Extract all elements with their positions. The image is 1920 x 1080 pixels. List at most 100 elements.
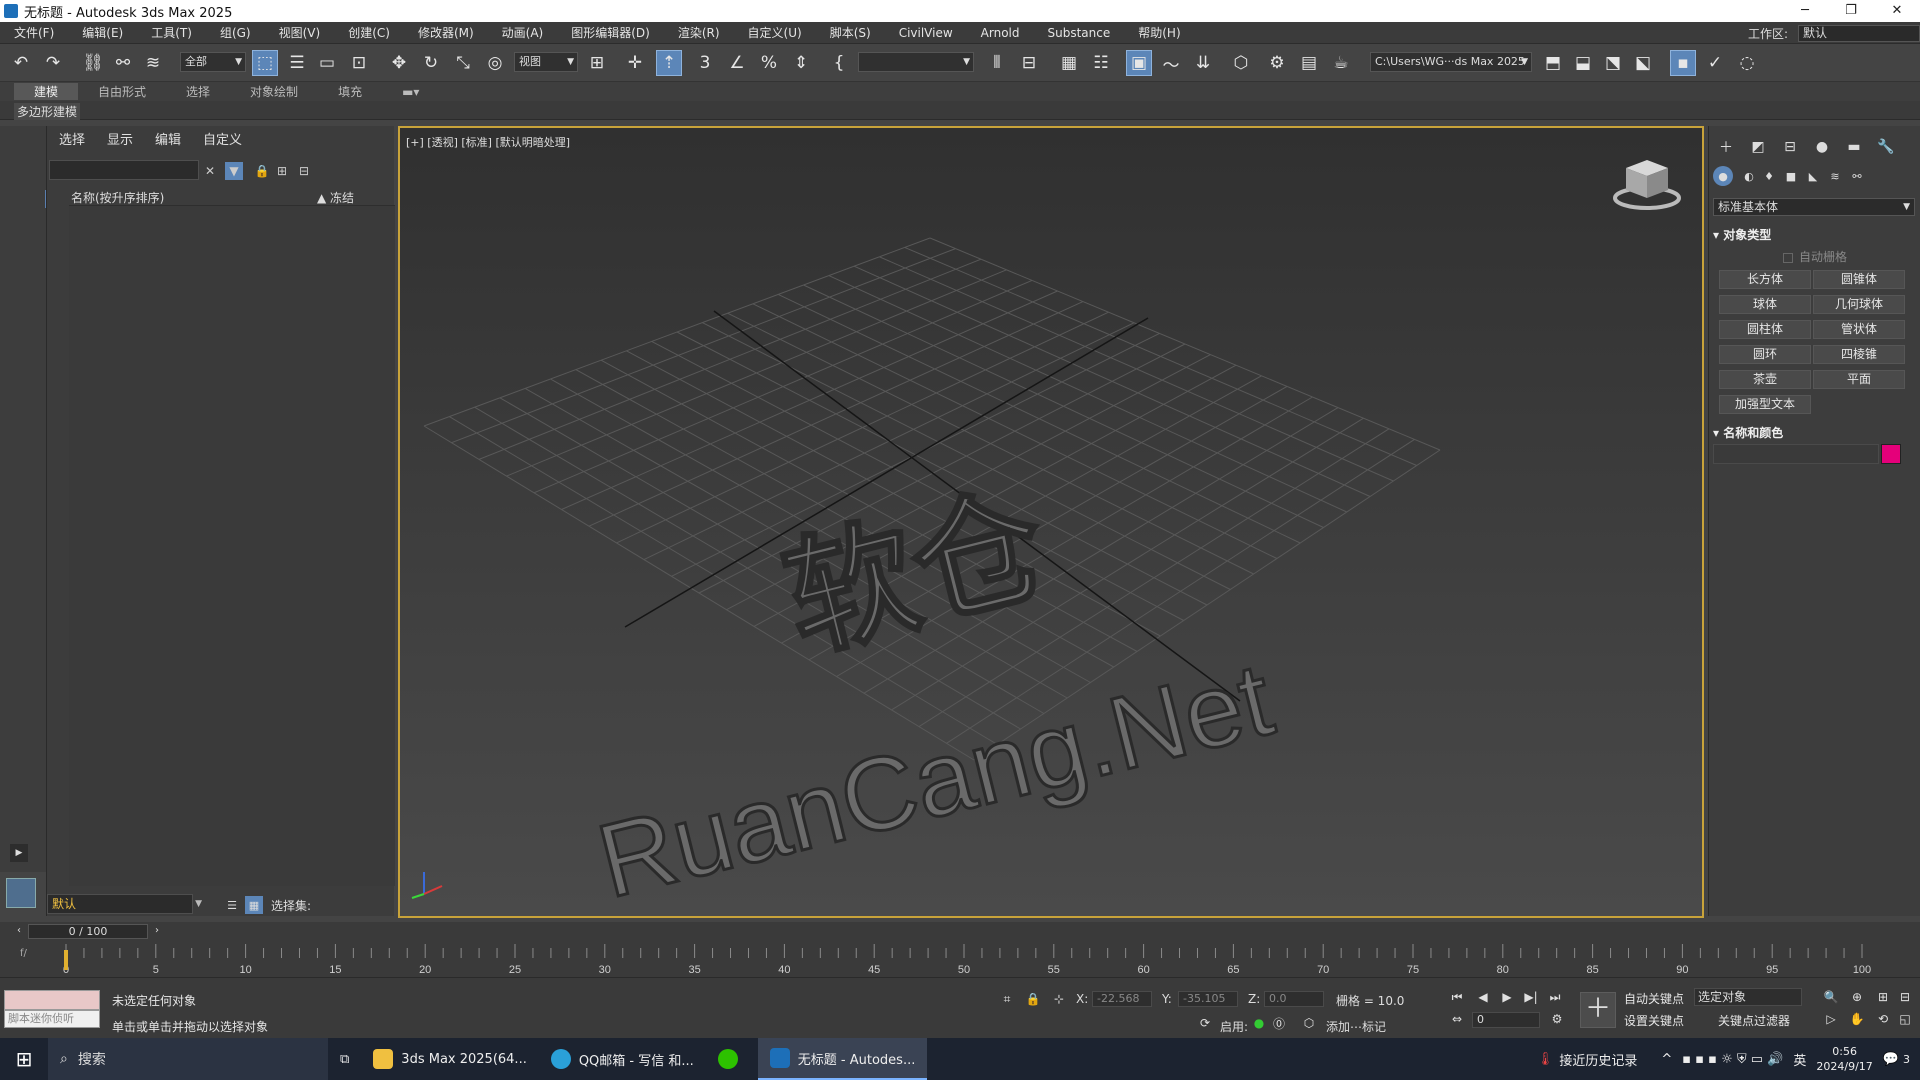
explorer-menu-edit[interactable]: 编辑 [155,129,181,148]
clock[interactable]: 0:56 2024/9/17 [1816,1044,1872,1074]
previous-frame-icon[interactable]: ◀ [1474,988,1492,1006]
menu-graph-editors[interactable]: 图形编辑器(D) [557,24,664,41]
keyboard-shortcut-override-icon[interactable]: ⇡ [656,50,682,76]
orbit-icon[interactable]: ⟲ [1874,1010,1892,1028]
selection-filter-dropdown[interactable]: 全部 ▼ [180,52,246,72]
x-coordinate[interactable]: -22.568 [1092,991,1152,1007]
set-key-button[interactable]: 设置关键点 [1624,1012,1684,1029]
render-setup-icon[interactable]: ⚙ [1264,50,1290,76]
y-coordinate[interactable]: -35.105 [1178,991,1238,1007]
pivot-center-icon[interactable]: ⊞ [584,50,610,76]
placement-icon[interactable]: ◎ [482,50,508,76]
cone-button[interactable]: 圆锥体 [1813,270,1905,289]
material-editor-icon[interactable]: ⬡ [1228,50,1254,76]
textplus-button[interactable]: 加强型文本 [1719,395,1811,414]
link-icon[interactable]: ⛓ [80,50,106,76]
undo-icon[interactable]: ↶ [8,50,34,76]
menu-substance[interactable]: Substance [1034,26,1125,40]
scale-icon[interactable]: ⤡ [450,50,476,76]
torus-button[interactable]: 圆环 [1719,345,1811,364]
schematic-view-icon[interactable]: ⇊ [1190,50,1216,76]
zoom-extents-all-icon[interactable]: ⊟ [1896,988,1914,1006]
key-mode-dropdown[interactable]: 选定对象 [1694,988,1802,1006]
mirror-icon[interactable]: ⫴ [984,50,1010,76]
fov-icon[interactable]: ▷ [1822,1010,1840,1028]
select-object-icon[interactable]: ⬚ [252,50,278,76]
primitive-category-dropdown[interactable]: 标准基本体 ▼ [1713,198,1915,216]
edit-named-selection-icon[interactable]: { [826,50,852,76]
go-to-start-icon[interactable]: ⏮ [1448,988,1466,1006]
auto-key-button[interactable]: 自动关键点 [1624,990,1684,1007]
object-color-swatch[interactable] [1881,444,1901,464]
name-color-rollout[interactable]: ▾ 名称和颜色 [1713,424,1915,442]
ime-indicator[interactable]: 英 [1793,1050,1806,1069]
polygon-modeling-panel[interactable]: 多边形建模 [14,103,81,120]
lock-selection-icon[interactable]: 🔒 [1024,990,1042,1008]
adaptive-degradation-icon[interactable]: ⟳ [1196,1014,1214,1032]
taskbar-app-3dsmax-folder[interactable]: 3ds Max 2025(64... [361,1038,539,1080]
utilities-tab-icon[interactable]: 🔧 [1875,136,1897,158]
key-filters-button[interactable]: 关键点过滤器 [1718,1012,1790,1029]
menu-edit[interactable]: 编辑(E) [68,24,137,41]
zoom-extents-icon[interactable]: ⊞ [1874,988,1892,1006]
object-name-input[interactable] [1713,444,1879,464]
spinner-snap-icon[interactable]: ⇕ [788,50,814,76]
bind-space-warp-icon[interactable]: ≋ [140,50,166,76]
explorer-menu-display[interactable]: 显示 [107,129,133,148]
redo-icon[interactable]: ↷ [40,50,66,76]
pyramid-button[interactable]: 四棱锥 [1813,345,1905,364]
unlink-icon[interactable]: ⚯ [110,50,136,76]
menu-help[interactable]: 帮助(H) [1124,24,1194,41]
time-slider-thumb[interactable]: 0 / 100 [28,924,148,939]
menu-animation[interactable]: 动画(A) [488,24,558,41]
scene-explorer-swatch[interactable] [6,878,36,908]
explorer-search-input[interactable] [49,160,199,180]
zoom-all-icon[interactable]: ⊕ [1848,988,1866,1006]
tab-modeling[interactable]: 建模 [14,83,79,100]
systems-icon[interactable]: ⚯ [1847,166,1867,186]
isolate-icon[interactable]: ⌗ [998,990,1016,1008]
weather-label[interactable]: 接近历史记录 [1559,1050,1637,1069]
save-icon[interactable]: ▪ [1670,50,1696,76]
select-manipulate-icon[interactable]: ✛ [622,50,648,76]
tube-button[interactable]: 管状体 [1813,320,1905,339]
tab-populate[interactable]: 填充 [318,83,382,100]
object-type-rollout[interactable]: ▾ 对象类型 [1713,226,1915,244]
named-selection-dropdown[interactable]: ▼ [858,52,974,72]
taskbar-search[interactable]: ⌕ 搜索 [48,1038,328,1080]
perspective-viewport[interactable]: [+] [透视] [标准] [默认明暗处理] 软仓 RuanCang.Net [398,126,1704,918]
time-tag-icon[interactable]: ⬡ [1300,1014,1318,1032]
percent-snap-icon[interactable]: % [756,50,782,76]
z-coordinate[interactable]: 0.0 [1264,991,1324,1007]
shapes-icon[interactable]: ◐ [1739,166,1759,186]
menu-tools[interactable]: 工具(T) [137,24,206,41]
window-crossing-icon[interactable]: ⊡ [346,50,372,76]
menu-customize[interactable]: 自定义(U) [734,24,816,41]
menu-arnold[interactable]: Arnold [967,26,1034,40]
lights-icon[interactable]: ♦ [1759,166,1779,186]
close-button[interactable]: ✕ [1874,0,1920,22]
autogrid-checkbox[interactable]: 自动栅格 [1783,248,1847,265]
modify-tab-icon[interactable]: ◩ [1747,136,1769,158]
angle-snap-icon[interactable]: ∠ [724,50,750,76]
move-icon[interactable]: ✥ [386,50,412,76]
column-frozen[interactable]: ▲ 冻结 [317,189,354,206]
expand-arrow-icon[interactable]: ▶ [10,844,28,862]
check-icon[interactable]: ✓ [1702,50,1728,76]
scene-explorer-icon[interactable]: ▦ [1056,50,1082,76]
tab-freeform[interactable]: 自由形式 [78,83,166,100]
explorer-menu-customize[interactable]: 自定义 [203,129,242,148]
next-frame-icon[interactable]: ▶| [1522,988,1540,1006]
taskbar-app-3dsmax[interactable]: 无标题 - Autodes... [757,1038,928,1080]
motion-tab-icon[interactable]: ● [1811,136,1833,158]
explorer-menu-select[interactable]: 选择 [59,129,85,148]
prev-frame-arrow-icon[interactable]: ‹ [12,924,26,938]
snaps-toggle-icon[interactable]: 3 [692,50,718,76]
clear-search-icon[interactable]: ✕ [201,162,219,180]
play-icon[interactable]: ▶ [1498,988,1516,1006]
viewcube[interactable] [1612,154,1682,214]
spacewarps-icon[interactable]: ≋ [1825,166,1845,186]
menu-create[interactable]: 创建(C) [334,24,404,41]
absolute-mode-icon[interactable]: ⊹ [1050,990,1068,1008]
time-config-icon[interactable]: ⚙ [1548,1010,1566,1028]
